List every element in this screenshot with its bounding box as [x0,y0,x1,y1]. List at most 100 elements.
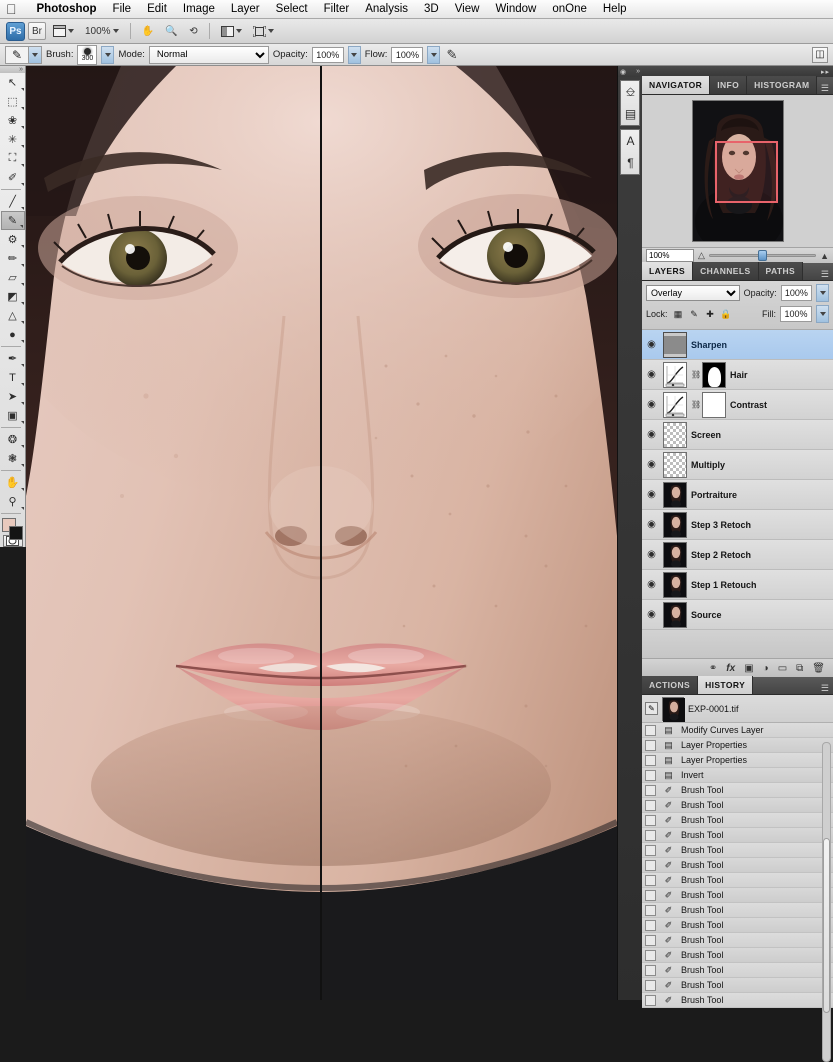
history-state-toggle[interactable] [645,979,656,991]
history-state-row[interactable]: ✐ Brush Tool [642,918,833,933]
zoom-in-icon[interactable]: ▲ [820,251,829,261]
history-state-toggle[interactable] [645,724,656,736]
view-extras-caret-icon[interactable] [68,29,74,33]
hand-icon[interactable]: ✋ [138,22,158,40]
layer-row[interactable]: ◉ Step 1 Retouch [642,570,833,600]
layer-visibility-icon[interactable]: ◉ [644,489,659,500]
layer-visibility-icon[interactable]: ◉ [644,459,659,470]
history-state-toggle[interactable] [645,814,656,826]
tab-history[interactable]: HISTORY [698,676,754,694]
tool-preset-chevron-icon[interactable] [28,46,41,63]
zoom-out-icon[interactable]: △ [698,250,705,261]
opacity-input[interactable]: 100% [311,46,344,63]
layer-style-icon[interactable]: fx [726,663,735,674]
menu-item-3d[interactable]: 3D [416,3,447,15]
blend-mode-select[interactable]: NormalDissolveDarkenMultiplyScreenOverla… [148,45,269,64]
history-state-toggle[interactable] [645,859,656,871]
menu-item-select[interactable]: Select [268,3,316,15]
3d-orbit-tool[interactable]: ❃ [1,449,25,468]
layer-row[interactable]: ◉ ⛓ Contrast [642,390,833,420]
history-state-row[interactable]: ▤ Invert [642,768,833,783]
layer-visibility-icon[interactable]: ◉ [644,609,659,620]
lock-transparent-pixels-icon[interactable]: ▦ [672,308,685,321]
history-state-toggle[interactable] [645,799,656,811]
history-state-row[interactable]: ✐ Brush Tool [642,858,833,873]
healing-brush-tool[interactable]: ╱ [1,192,25,211]
document-canvas[interactable] [26,66,617,1000]
navigator-preview-area[interactable] [642,95,833,247]
tab-paths[interactable]: PATHS [758,262,804,280]
menu-item-file[interactable]: File [105,3,140,15]
layer-thumbnail[interactable] [663,421,687,448]
rectangular-marquee-tool[interactable]: ⬚ [1,92,25,111]
rectangle-tool[interactable]: ▣ [1,406,25,425]
background-color-swatch[interactable] [8,526,23,540]
history-state-row[interactable]: ✐ Brush Tool [642,963,833,978]
move-tool[interactable]: ↖ [1,73,25,92]
layer-thumbnail[interactable] [663,481,687,508]
layer-opacity-input[interactable]: 100% [780,285,813,301]
magic-wand-tool[interactable]: ✳ [1,130,25,149]
tool-preset-picker[interactable]: ✎ [5,45,42,64]
screen-mode-icon[interactable] [249,22,278,40]
history-state-row[interactable]: ▤ Modify Curves Layer [642,723,833,738]
brush-preset-chevron-icon[interactable] [101,45,115,64]
navigator-panel-menu-icon[interactable]: ☰ [821,83,833,94]
adjustment-layer-icon[interactable]: ◑ [763,663,769,674]
navigator-zoom-slider[interactable] [708,250,817,262]
blur-tool[interactable]: △ [1,306,25,325]
history-state-row[interactable]: ✐ Brush Tool [642,828,833,843]
history-state-toggle[interactable] [645,754,656,766]
history-state-row[interactable]: ✐ Brush Tool [642,813,833,828]
layer-opacity-chevron-icon[interactable] [816,284,829,302]
layer-row[interactable]: ◉ Source [642,600,833,630]
tab-actions[interactable]: ACTIONS [642,676,699,694]
photoshop-app-icon[interactable]: Ps [6,21,25,41]
navigator-thumbnail[interactable] [691,100,784,242]
flow-input[interactable]: 100% [391,46,424,63]
flow-chevron-icon[interactable] [427,45,441,64]
history-panel-icon[interactable]: ⎒ [621,81,640,103]
view-extras-icon[interactable] [49,22,78,40]
tab-histogram[interactable]: HISTOGRAM [747,76,818,94]
menu-item-analysis[interactable]: Analysis [357,3,416,15]
history-state-toggle[interactable] [645,919,656,931]
history-state-list[interactable]: ▤ Modify Curves Layer ▤ Layer Properties ▤ La… [642,723,833,1008]
history-state-toggle[interactable] [645,769,656,781]
layer-visibility-icon[interactable]: ◉ [644,549,659,560]
airbrush-icon[interactable]: ✎ [444,47,459,63]
type-tool[interactable]: T [1,368,25,387]
mask-link-icon[interactable]: ⛓ [691,370,701,379]
menu-item-filter[interactable]: Filter [316,3,358,15]
navigator-zoom-input[interactable]: 100% [646,249,694,262]
lock-all-icon[interactable]: 🔒 [720,308,733,321]
tab-channels[interactable]: CHANNELS [693,262,759,280]
layer-list[interactable]: ◉ Sharpen ◉ ⛓ Hair ◉ ⛓ Contrast ◉ Screen ◉ Multiply… [642,330,833,630]
layer-row[interactable]: ◉ Screen [642,420,833,450]
layer-mask-thumbnail[interactable] [702,361,726,388]
opacity-chevron-icon[interactable] [347,45,361,64]
tab-navigator[interactable]: NAVIGATOR [642,76,711,94]
navigator-view-box[interactable] [714,141,778,203]
add-layer-mask-icon[interactable]: ▣ [744,663,753,674]
history-state-toggle[interactable] [645,889,656,901]
lock-image-pixels-icon[interactable]: ✎ [688,308,701,321]
lasso-tool[interactable]: ❀ [1,111,25,130]
zoom-level-dropdown[interactable]: 100% [81,22,123,40]
layer-row[interactable]: ◉ Step 3 Retoch [642,510,833,540]
menu-item-window[interactable]: Window [487,3,544,15]
layer-row[interactable]: ◉ ⛓ Hair [642,360,833,390]
history-state-toggle[interactable] [645,904,656,916]
3d-rotate-tool[interactable]: ❂ [1,430,25,449]
brush-preset-picker[interactable]: 300 [77,44,98,65]
history-state-toggle[interactable] [645,829,656,841]
history-state-row[interactable]: ✐ Brush Tool [642,783,833,798]
history-scrollbar[interactable] [822,742,831,1062]
menu-item-edit[interactable]: Edit [139,3,175,15]
history-state-row[interactable]: ✐ Brush Tool [642,978,833,993]
layers-panel-menu-icon[interactable]: ☰ [821,269,833,280]
history-scrollbar-thumb[interactable] [823,838,830,1014]
history-state-row[interactable]: ✐ Brush Tool [642,888,833,903]
new-layer-icon[interactable]: ⧉ [796,663,803,674]
arrange-documents-icon[interactable] [217,22,246,40]
